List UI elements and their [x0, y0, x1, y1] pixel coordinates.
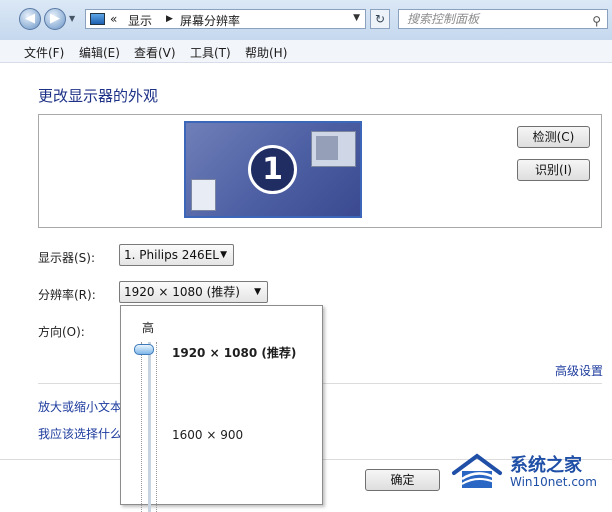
chevron-down-icon: ▼ — [220, 250, 227, 260]
resolution-slider-thumb[interactable] — [134, 344, 154, 355]
display-select[interactable]: 1. Philips 246EL ▼ — [119, 244, 234, 266]
chevron-down-icon: ▼ — [254, 287, 261, 297]
recent-pages-dropdown-icon[interactable]: ▼ — [69, 14, 75, 23]
resolution-select[interactable]: 1920 × 1080 (推荐) ▼ — [119, 281, 268, 303]
search-placeholder: 搜索控制面板 — [407, 12, 480, 26]
resolution-option-1920[interactable]: 1920 × 1080 (推荐) — [172, 344, 296, 361]
page-title: 更改显示器的外观 — [38, 87, 159, 105]
breadcrumb-overflow[interactable]: « — [110, 12, 117, 26]
monitor-1-thumbnail[interactable]: 1 — [184, 121, 362, 218]
display-select-value: 1. Philips 246EL — [124, 248, 219, 262]
breadcrumb-arrow-icon: ▶ — [166, 14, 173, 24]
display-label: 显示器(S): — [38, 251, 96, 265]
slider-high-label: 高 — [142, 321, 155, 335]
menu-file[interactable]: 文件(F) — [24, 44, 64, 61]
monitor-document-icon — [191, 179, 216, 211]
breadcrumb-display[interactable]: 显示 — [128, 12, 152, 29]
control-panel-icon — [90, 13, 105, 25]
menu-tools[interactable]: 工具(T) — [190, 44, 231, 61]
text-size-link[interactable]: 放大或缩小文本 — [38, 398, 122, 415]
menu-help[interactable]: 帮助(H) — [245, 44, 287, 61]
resolution-option-1600[interactable]: 1600 × 900 — [172, 428, 243, 442]
title-bar: ◀ ▶ ▼ « 显示 ▶ 屏幕分辨率 ▼ ↻ 搜索控制面板 ⚲ — [0, 0, 612, 41]
resolution-select-value: 1920 × 1080 (推荐) — [124, 285, 240, 299]
slider-rail — [148, 342, 151, 512]
orientation-label: 方向(O): — [38, 325, 85, 339]
address-bar[interactable]: « 显示 ▶ 屏幕分辨率 ▼ — [85, 9, 366, 29]
resolution-dropdown: 高 1920 × 1080 (推荐) 1600 × 900 — [120, 305, 323, 512]
address-dropdown-icon[interactable]: ▼ — [353, 13, 360, 23]
menu-bar: 文件(F) 编辑(E) 查看(V) 工具(T) 帮助(H) — [0, 40, 612, 63]
resolution-slider-track[interactable] — [141, 342, 157, 512]
search-input[interactable]: 搜索控制面板 ⚲ — [398, 9, 608, 29]
monitor-number-badge: 1 — [248, 145, 297, 194]
menu-view[interactable]: 查看(V) — [134, 44, 176, 61]
menu-edit[interactable]: 编辑(E) — [79, 44, 120, 61]
advanced-settings-link[interactable]: 高级设置 — [555, 362, 603, 379]
identify-button[interactable]: 识别(I) — [517, 159, 590, 181]
which-settings-link[interactable]: 我应该选择什么 — [38, 425, 122, 442]
detect-button[interactable]: 检测(C) — [517, 126, 590, 148]
watermark-title: 系统之家 — [510, 455, 582, 476]
search-icon[interactable]: ⚲ — [592, 12, 601, 30]
monitor-window-icon — [311, 131, 356, 167]
forward-button[interactable]: ▶ — [44, 8, 66, 30]
watermark-house-logo-icon — [452, 453, 502, 488]
resolution-label: 分辨率(R): — [38, 288, 96, 302]
ok-button[interactable]: 确定 — [365, 469, 440, 491]
back-button[interactable]: ◀ — [19, 8, 41, 30]
watermark-url: Win10net.com — [510, 475, 597, 489]
breadcrumb-screen-resolution[interactable]: 屏幕分辨率 — [180, 12, 240, 29]
refresh-button[interactable]: ↻ — [370, 9, 390, 29]
